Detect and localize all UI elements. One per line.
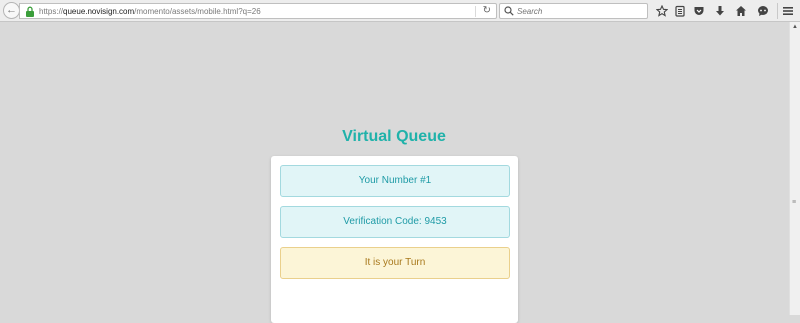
browser-toolbar: ← https://queue.novisign.com/momento/ass… <box>0 0 800 22</box>
verification-code-text: Verification Code: 9453 <box>343 216 447 227</box>
menu-icon[interactable] <box>781 4 795 18</box>
reload-icon[interactable]: ↻ <box>483 5 491 17</box>
turn-status-text: It is your Turn <box>364 257 426 268</box>
turn-status-panel: It is your Turn <box>280 247 510 279</box>
url-text: https://queue.novisign.com/momento/asset… <box>39 6 261 17</box>
search-bar[interactable] <box>499 3 648 19</box>
queue-number-panel: Your Number #1 <box>280 165 510 197</box>
chat-icon[interactable] <box>756 4 770 18</box>
vertical-scrollbar[interactable]: ▲ ≡ <box>789 22 800 315</box>
url-host: queue.novisign.com <box>63 7 135 16</box>
url-scheme: https:// <box>39 7 64 16</box>
search-icon <box>504 6 514 16</box>
address-bar[interactable]: https://queue.novisign.com/momento/asset… <box>19 3 497 19</box>
search-input[interactable] <box>517 5 642 17</box>
url-path: /momento/assets/mobile.html?q=26 <box>134 7 261 16</box>
toolbar-separator <box>777 3 778 19</box>
scroll-up-arrow-icon[interactable]: ▲ <box>792 24 798 30</box>
lock-icon <box>26 6 34 17</box>
scroll-grip-icon[interactable]: ≡ <box>792 199 798 206</box>
home-icon[interactable] <box>734 4 748 18</box>
star-icon[interactable] <box>655 4 669 18</box>
pocket-icon[interactable] <box>692 4 706 18</box>
download-icon[interactable] <box>713 4 727 18</box>
reading-list-icon[interactable] <box>673 4 687 18</box>
verification-code-panel: Verification Code: 9453 <box>280 206 510 238</box>
page-title: Virtual Queue <box>342 128 446 145</box>
back-button[interactable]: ← <box>3 2 20 19</box>
queue-card: Your Number #1 Verification Code: 9453 I… <box>271 156 518 323</box>
url-divider <box>475 6 476 17</box>
page-content: Virtual Queue Your Number #1 Verificatio… <box>0 22 789 323</box>
back-arrow-icon: ← <box>6 4 17 16</box>
queue-number-text: Your Number #1 <box>358 175 432 186</box>
